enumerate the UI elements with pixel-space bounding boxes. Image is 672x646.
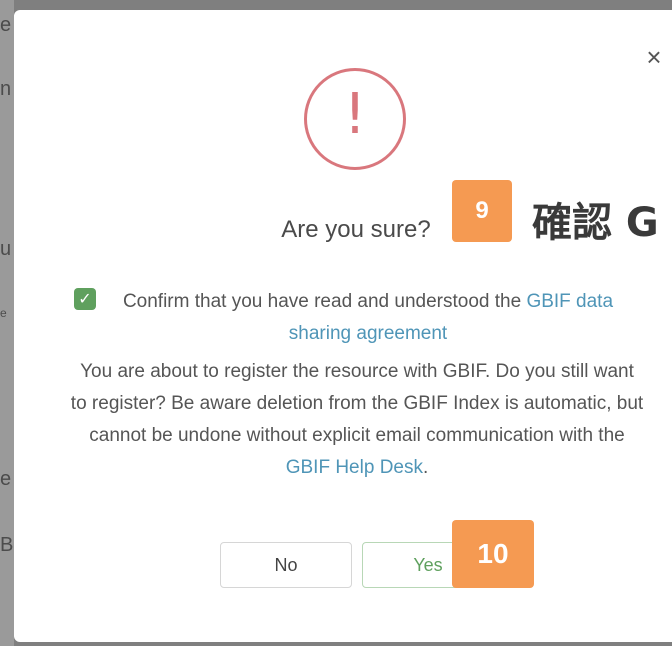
background-page-strip: e n u e e B (0, 0, 14, 646)
agreement-checkbox[interactable]: ✓ (74, 288, 96, 310)
agreement-label: Confirm that you have read and understoo… (118, 286, 618, 350)
no-button[interactable]: No (220, 542, 352, 588)
background-text-fragment: e (0, 306, 7, 320)
message-text-end: . (422, 457, 429, 478)
dialog-title: Are you sure? (281, 216, 431, 243)
help-desk-link[interactable]: GBIF Help Desk (286, 457, 423, 478)
step-badge-9: 9 (452, 180, 512, 242)
background-text-fragment: e (0, 14, 12, 36)
background-text-fragment: u (0, 238, 12, 260)
close-icon[interactable]: × (644, 44, 664, 70)
warning-icon: ! (304, 68, 406, 170)
background-text-fragment: e (0, 468, 12, 490)
step-badge-10: 10 (452, 520, 534, 588)
dialog-message: You are about to register the resource w… (70, 356, 644, 484)
exclamation-mark: ! (343, 82, 367, 147)
message-text: You are about to register the resource w… (70, 361, 644, 446)
background-text-fragment: n (0, 78, 12, 100)
agreement-text: Confirm that you have read and understoo… (122, 291, 527, 312)
background-text-fragment: B (0, 534, 14, 556)
annotation-note: 確認 G (532, 200, 659, 246)
confirm-dialog: × ! Are you sure? ✓ Confirm that you hav… (14, 10, 672, 642)
